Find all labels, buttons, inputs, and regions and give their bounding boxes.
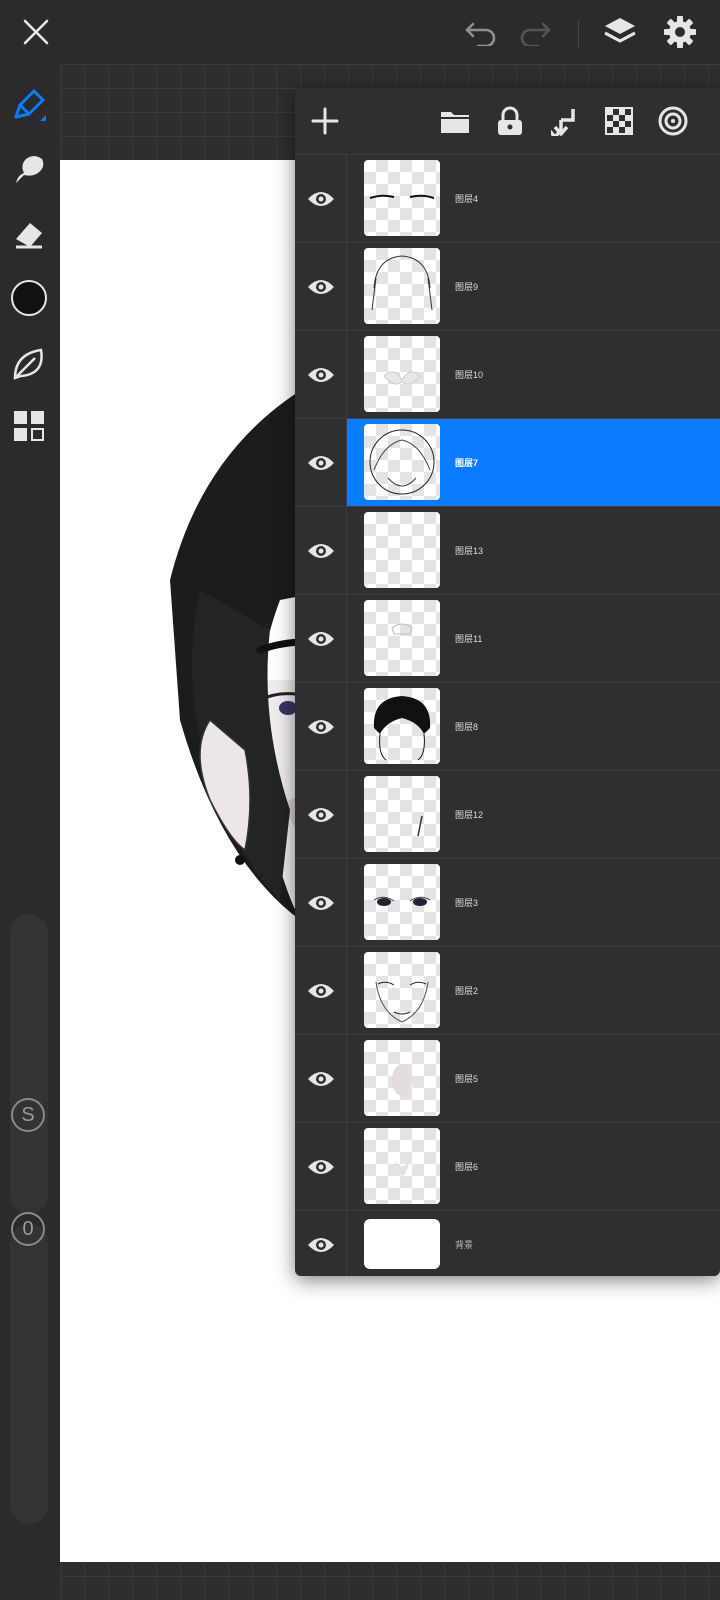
layer-thumbnail	[364, 864, 440, 940]
layer-row[interactable]: 背景	[295, 1210, 720, 1276]
layer-thumbnail	[364, 600, 440, 676]
layers-toolbar	[295, 88, 720, 154]
checker-icon[interactable]	[601, 103, 637, 139]
layer-row[interactable]: 图层12	[295, 770, 720, 858]
visibility-eye-icon[interactable]	[295, 859, 347, 946]
layer-thumbnail	[364, 1219, 440, 1269]
layer-row[interactable]: 图层13	[295, 506, 720, 594]
layer-name: 图层4	[455, 194, 479, 204]
layer-thumbnail	[364, 776, 440, 852]
visibility-eye-icon[interactable]	[295, 947, 347, 1034]
layer-name: 背景	[455, 1240, 474, 1250]
layer-name: 图层8	[455, 722, 479, 732]
layer-name: 图层9	[455, 282, 479, 292]
eraser-icon[interactable]	[9, 214, 49, 254]
brush-icon[interactable]	[9, 86, 49, 126]
layer-name: 图层3	[455, 898, 479, 908]
layer-thumbnail	[364, 688, 440, 764]
layer-name: 图层13	[455, 546, 484, 556]
layer-row[interactable]: 图层4	[295, 154, 720, 242]
layer-name: 图层12	[455, 810, 484, 820]
layer-thumbnail	[364, 512, 440, 588]
smudge-icon[interactable]	[9, 150, 49, 190]
visibility-eye-icon[interactable]	[295, 1211, 347, 1276]
top-bar	[0, 0, 720, 64]
layer-thumbnail	[364, 160, 440, 236]
layers-icon[interactable]	[600, 12, 640, 52]
layer-name: 图层5	[455, 1074, 479, 1084]
layer-row[interactable]: 图层11	[295, 594, 720, 682]
layer-thumbnail	[364, 1040, 440, 1116]
layer-row[interactable]: 图层2	[295, 946, 720, 1034]
layer-thumbnail	[364, 248, 440, 324]
layer-row[interactable]: 图层5	[295, 1034, 720, 1122]
layer-name: 图层2	[455, 986, 479, 996]
settings-icon[interactable]	[660, 12, 700, 52]
brush-size-badge[interactable]: S	[11, 1098, 45, 1132]
visibility-eye-icon[interactable]	[295, 595, 347, 682]
visibility-eye-icon[interactable]	[295, 331, 347, 418]
gallery-icon[interactable]	[9, 406, 49, 446]
color-icon[interactable]	[9, 278, 49, 318]
layer-list: 图层4 图层9 图层10 图层7 图层13 图层11 图层8 图层12 图层3 图层2 图层5 图层6…	[295, 154, 720, 1276]
left-toolbar: S 0	[0, 64, 58, 1600]
visibility-eye-icon[interactable]	[295, 1035, 347, 1122]
merge-down-icon[interactable]	[547, 103, 583, 139]
layer-name: 图层7	[455, 458, 479, 468]
visibility-eye-icon[interactable]	[295, 243, 347, 330]
toolbar-divider	[578, 20, 579, 48]
lock-icon[interactable]	[492, 103, 528, 139]
layer-thumbnail	[364, 336, 440, 412]
layer-row[interactable]: 图层8	[295, 682, 720, 770]
folder-icon[interactable]	[437, 103, 473, 139]
undo-icon[interactable]	[461, 12, 501, 52]
layer-thumbnail	[364, 1128, 440, 1204]
close-icon[interactable]	[16, 12, 56, 52]
layer-row[interactable]: 图层6	[295, 1122, 720, 1210]
visibility-eye-icon[interactable]	[295, 683, 347, 770]
opacity-badge[interactable]: 0	[11, 1212, 45, 1246]
adjust-icon[interactable]	[9, 344, 49, 384]
panel-pointer	[612, 76, 636, 88]
layer-row[interactable]: 图层7	[295, 418, 720, 506]
layer-row[interactable]: 图层10	[295, 330, 720, 418]
layer-name: 图层11	[455, 634, 483, 644]
add-layer-icon[interactable]	[307, 103, 343, 139]
target-icon[interactable]	[655, 103, 691, 139]
opacity-slider[interactable]	[10, 1224, 48, 1524]
layer-thumbnail	[364, 424, 440, 500]
visibility-eye-icon[interactable]	[295, 1123, 347, 1210]
visibility-eye-icon[interactable]	[295, 507, 347, 594]
redo-icon[interactable]	[515, 12, 555, 52]
visibility-eye-icon[interactable]	[295, 771, 347, 858]
visibility-eye-icon[interactable]	[295, 155, 347, 242]
layer-thumbnail	[364, 952, 440, 1028]
layer-name: 图层6	[455, 1162, 479, 1172]
brush-size-slider[interactable]	[10, 914, 48, 1214]
layer-row[interactable]: 图层9	[295, 242, 720, 330]
layer-name: 图层10	[455, 370, 484, 380]
layer-row[interactable]: 图层3	[295, 858, 720, 946]
visibility-eye-icon[interactable]	[295, 419, 347, 506]
layers-panel: 图层4 图层9 图层10 图层7 图层13 图层11 图层8 图层12 图层3 图层2 图层5 图层6…	[295, 88, 720, 1276]
